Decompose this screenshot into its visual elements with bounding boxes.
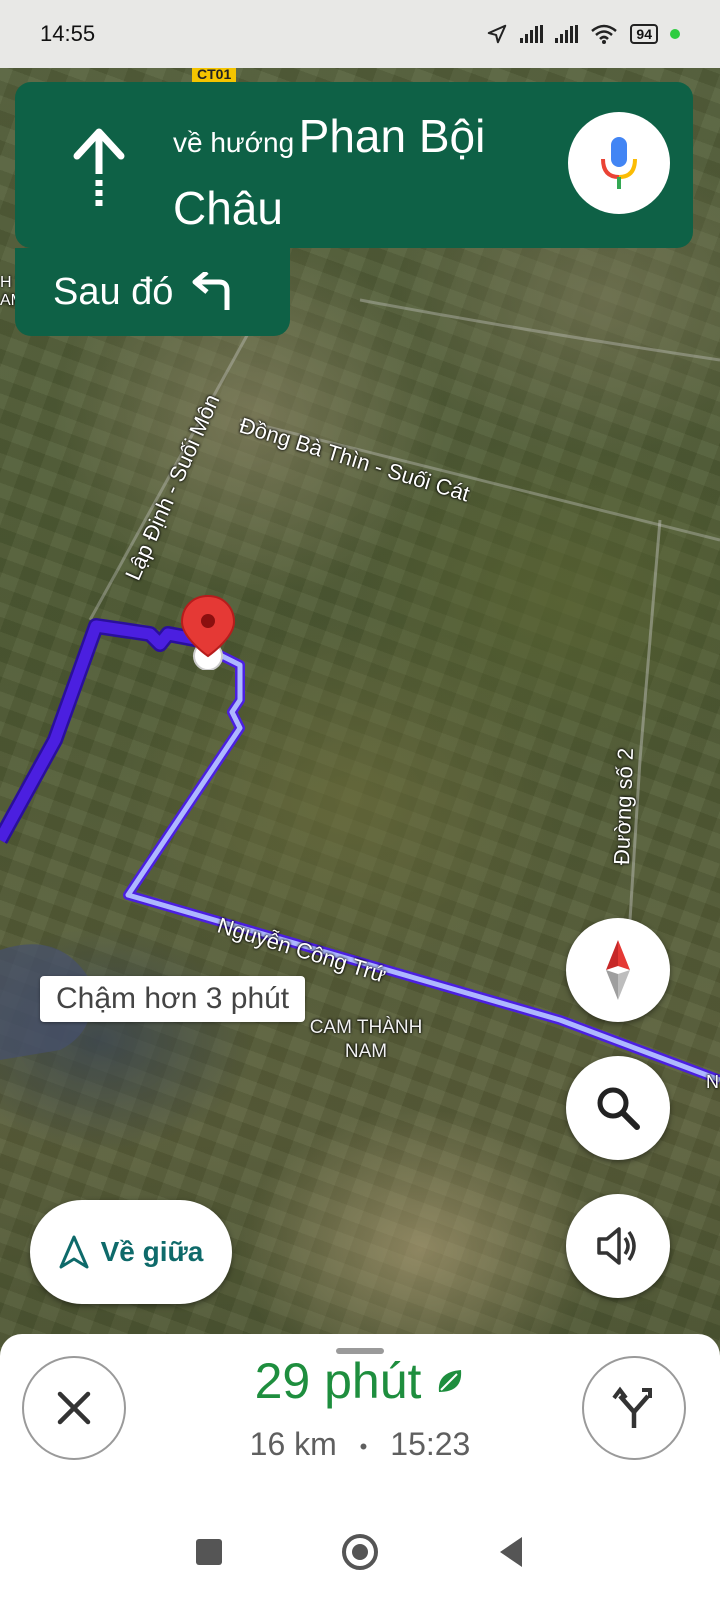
place-label: CAM THÀNH NAM [309, 1017, 423, 1062]
status-bar: 14:55 94 [0, 0, 720, 68]
trip-summary-sheet[interactable]: 29 phút 16 km • 15:23 [0, 1334, 720, 1600]
route-options-button[interactable] [582, 1356, 686, 1460]
recenter-label: Về giữa [100, 1236, 204, 1267]
signal-icon-2 [555, 25, 579, 43]
info-separator: • [359, 1433, 368, 1459]
alternate-route-tag[interactable]: Chậm hơn 3 phút [40, 976, 306, 1022]
route-fork-icon [612, 1386, 652, 1428]
compass-icon [606, 940, 630, 1000]
search-button[interactable] [566, 1056, 670, 1160]
sound-button[interactable] [566, 1194, 670, 1298]
arrow-up-icon [73, 128, 125, 206]
partial-label-right: N [706, 1072, 719, 1092]
voice-search-button[interactable] [568, 112, 670, 214]
status-dot [670, 29, 680, 39]
leaf-icon [439, 1370, 462, 1392]
then-label: Sau đó [53, 270, 174, 313]
square-icon[interactable] [194, 1537, 224, 1567]
distance-text: 16 km [249, 1426, 337, 1462]
triangle-back-icon[interactable] [496, 1535, 526, 1569]
wifi-icon [591, 24, 618, 44]
search-icon [597, 1087, 640, 1130]
road-label-duong-so-2: Đường số 2 [609, 747, 639, 866]
then-instruction[interactable]: Sau đó [15, 248, 290, 336]
direction-prefix: về hướng [173, 127, 295, 158]
microphone-icon [601, 137, 637, 189]
circle-icon[interactable] [340, 1532, 380, 1572]
navigation-banner[interactable]: về hướng Phan Bội Châu [15, 82, 693, 248]
status-time: 14:55 [40, 21, 96, 46]
location-arrow-icon [488, 24, 507, 44]
destination-pin-icon[interactable] [178, 594, 238, 670]
partial-label-left: H AM [0, 274, 24, 309]
arrival-time: 15:23 [390, 1426, 471, 1462]
signal-icon [520, 25, 544, 43]
turn-left-icon [192, 272, 230, 310]
route-code-badge: CT01 [192, 66, 237, 82]
duration-text: 29 phút [254, 1353, 422, 1409]
nav-instruction: về hướng Phan Bội Châu [173, 106, 553, 250]
volume-icon [597, 1227, 636, 1265]
system-navigation-bar [0, 1504, 720, 1600]
battery-indicator: 94 [630, 24, 658, 44]
compass-button[interactable] [566, 918, 670, 1022]
recenter-button[interactable]: Về giữa [30, 1200, 232, 1304]
navigation-arrow-icon [59, 1235, 89, 1269]
